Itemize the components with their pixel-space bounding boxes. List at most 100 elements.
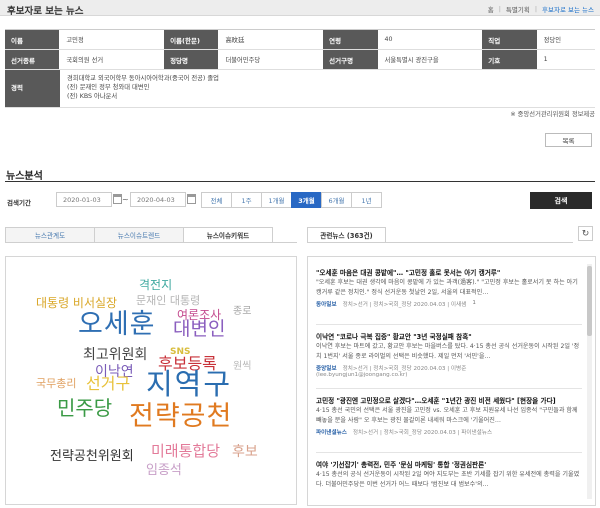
keyword[interactable]: 오세훈 (78, 311, 156, 338)
news-press[interactable]: 동아일보 (316, 300, 337, 308)
news-item[interactable]: 여야 '기선잡기' 총력전, 민주 '문심 마케팅' 통합 '정권심판론' 4·… (316, 458, 582, 505)
keyword[interactable]: 임종석 (146, 464, 182, 477)
info-row: 이름 고민정 이름(한문) 高旼廷 연령 40 직업 정당인 (5, 30, 595, 50)
tab-news-relation[interactable]: 뉴스관계도 (5, 227, 95, 243)
word-cloud: 격전지 대통령 비서실장 문재인 대통령 오세훈 여론조사 종로 대변인 최고위… (5, 256, 297, 505)
value-category: 국회의원 선거 (66, 57, 104, 64)
news-item[interactable]: 고민정 "광진엔 고민정으로 살겠다"…오세훈 "1년간 광진 비전 세웠다" … (316, 394, 582, 453)
analysis-tabs: 뉴스관계도 뉴스이슈트렌드 뉴스이슈키워드 (5, 227, 273, 243)
breadcrumb-home[interactable]: 홈 (488, 4, 494, 14)
period-1m-button[interactable]: 1개월 (261, 192, 292, 208)
info-row: 경력 경희대학교 외국어학부 동아시아어학과(중국어 전공) 졸업 (전) 문재… (5, 70, 595, 108)
search-button[interactable]: 검색 (530, 192, 592, 209)
keyword[interactable]: 대통령 비서실장 (36, 297, 117, 309)
keyword[interactable]: 전략공천위원회 (50, 450, 134, 463)
date-separator: ~ (122, 195, 129, 204)
info-row: 선거종류 국회의원 선거 정당명 더불어민주당 선거구명 서울특별시 광진구을 … (5, 50, 595, 70)
news-list: "오세훈 마음은 대권 콩밭에"… "고민정 홀로 못서는 아기 캥거루" "오… (316, 266, 582, 505)
keyword[interactable]: 문재인 대통령 (136, 295, 200, 306)
breadcrumb-separator: | (498, 5, 501, 13)
news-press[interactable]: 중앙일보 (316, 364, 337, 372)
breadcrumb: 홈 | 특별기획 | 후보자로 보는 뉴스 (488, 4, 594, 14)
value-job: 정당인 (543, 37, 562, 44)
candidate-info-table: 이름 고민정 이름(한문) 高旼廷 연령 40 직업 정당인 선거종류 국회의원… (5, 29, 595, 108)
value-name-hanja: 高旼廷 (225, 37, 245, 44)
related-news-divider (307, 242, 573, 243)
period-1y-button[interactable]: 1년 (351, 192, 382, 208)
label-name: 이름 (5, 30, 60, 49)
tab-news-keyword[interactable]: 뉴스이슈키워드 (183, 227, 273, 243)
news-category: 정치>선거 | 정치>국회_정당 2020.04.03 | 파이낸셜뉴스 (352, 430, 493, 436)
top-bar: 후보자로 보는 뉴스 홈 | 특별기획 | 후보자로 보는 뉴스 (0, 0, 600, 17)
label-job: 직업 (482, 30, 537, 49)
keyword[interactable]: 대변인 (173, 320, 225, 339)
news-category: 정치>선거 | 정치>국회_정당 2020.04.03 | 이병준 (342, 366, 467, 372)
section-divider (5, 181, 595, 182)
breadcrumb-current[interactable]: 후보자로 보는 뉴스 (542, 4, 594, 14)
news-item[interactable]: "오세훈 마음은 대권 콩밭에"… "고민정 홀로 못서는 아기 캥거루" "오… (316, 266, 582, 325)
news-title[interactable]: "오세훈 마음은 대권 콩밭에"… "고민정 홀로 못서는 아기 캥거루" (316, 268, 582, 278)
news-category: 정치>선거 | 정치>국회_정당 2020.04.03 | 이새샘 (342, 302, 467, 308)
news-scrollbar[interactable] (587, 264, 592, 499)
period-buttons: 전체 1주 1개월 3개월 6개월 1년 (201, 192, 382, 208)
value-party: 더불어민주당 (225, 57, 261, 64)
breadcrumb-special[interactable]: 특별기획 (506, 4, 530, 14)
news-title[interactable]: 여야 '기선잡기' 총력전, 민주 '문심 마케팅' 통합 '정권심판론' (316, 460, 582, 470)
scrollbar-thumb[interactable] (587, 266, 592, 336)
source-note: ※ 중앙선거관리위원회 정보제공 (510, 111, 595, 118)
refresh-icon[interactable]: ↻ (578, 226, 593, 241)
career-line: (전) 문재인 정부 청와대 대변인 (67, 84, 150, 91)
keyword[interactable]: 전략공천 (129, 403, 232, 430)
value-name: 고민정 (66, 37, 84, 44)
news-email: (lee.byungjun1@joongang.co.kr) (316, 372, 408, 378)
tab-related-news[interactable]: 관련뉴스 (363건) (307, 227, 386, 243)
label-party: 정당명 (164, 50, 219, 69)
news-summary: 4·15 총선의 공식 선거운동이 시작된 2일 여야 지도부는 초반 기세를 … (316, 471, 580, 488)
news-meta: 동아일보 정치>선거 | 정치>국회_정당 2020.04.03 | 이새샘 1 (316, 300, 582, 308)
keyword[interactable]: 선거구 (86, 376, 130, 392)
label-category: 선거종류 (5, 50, 60, 69)
news-title[interactable]: 고민정 "광진엔 고민정으로 살겠다"…오세훈 "1년간 광진 비전 세웠다" … (316, 396, 582, 406)
keyword[interactable]: 원씩 (233, 362, 251, 372)
page-title: 후보자로 보는 뉴스 (7, 6, 84, 17)
calendar-icon[interactable] (187, 194, 196, 204)
news-press[interactable]: 파이낸셜뉴스 (316, 428, 347, 436)
value-career: 경희대학교 외국어학부 동아시아어학과(중국어 전공) 졸업 (전) 문재인 정… (60, 70, 595, 107)
section-title: 뉴스분석 (6, 171, 43, 182)
date-from-input[interactable]: 2020-01-03 (56, 192, 112, 207)
tab-news-trend[interactable]: 뉴스이슈트렌드 (94, 227, 184, 243)
news-title[interactable]: 이낙연 "코로나 극복 집중" 황교안 "3년 국정실패 참혹" (316, 332, 582, 342)
calendar-icon[interactable] (113, 194, 122, 204)
value-district: 서울특별시 광진구을 (384, 57, 439, 64)
label-district: 선거구명 (323, 50, 378, 69)
label-age: 연령 (323, 30, 378, 49)
keyword[interactable]: 국무총리 (36, 378, 76, 389)
keyword[interactable]: 격전지 (139, 279, 172, 291)
label-career: 경력 (5, 70, 60, 107)
keyword[interactable]: 민주당 (57, 398, 112, 418)
keyword[interactable]: 후보 (232, 445, 258, 459)
keyword[interactable]: 지역구 (146, 370, 232, 399)
breadcrumb-separator: | (534, 5, 538, 13)
news-summary: 이낙연 후보는 마트에 갔고, 황교안 후보는 마을버스를 탔다. 4·15 총… (316, 343, 580, 360)
news-item[interactable]: 이낙연 "코로나 극복 집중" 황교안 "3년 국정실패 참혹" 이낙연 후보는… (316, 330, 582, 389)
date-to-input[interactable]: 2020-04-03 (130, 192, 186, 207)
label-number: 기호 (482, 50, 537, 69)
news-summary: "오세훈 후보는 대권 생각에 마음이 콩밭에 가 있는 과객(過客)." "고… (316, 279, 578, 296)
period-6m-button[interactable]: 6개월 (321, 192, 352, 208)
news-meta: 중앙일보 정치>선거 | 정치>국회_정당 2020.04.03 | 이병준 (316, 364, 582, 372)
list-button[interactable]: 목록 (545, 133, 592, 147)
related-news-panel: "오세훈 마음은 대권 콩밭에"… "고민정 홀로 못서는 아기 캥거루" "오… (307, 256, 596, 506)
news-meta: 파이낸셜뉴스 정치>선거 | 정치>국회_정당 2020.04.03 | 파이낸… (316, 428, 582, 436)
keyword[interactable]: 종로 (233, 307, 251, 317)
period-3m-button[interactable]: 3개월 (291, 192, 322, 208)
period-label: 검색기간 (7, 199, 31, 207)
period-all-button[interactable]: 전체 (201, 192, 232, 208)
keyword[interactable]: 최고위원회 (83, 348, 147, 362)
career-line: 경희대학교 외국어학부 동아시아어학과(중국어 전공) 졸업 (67, 75, 219, 82)
keyword[interactable]: 미래통합당 (151, 444, 220, 459)
label-name-hanja: 이름(한문) (164, 30, 219, 49)
period-1w-button[interactable]: 1주 (231, 192, 262, 208)
value-number: 1 (543, 56, 548, 63)
career-line: (전) KBS 아나운서 (67, 93, 118, 100)
